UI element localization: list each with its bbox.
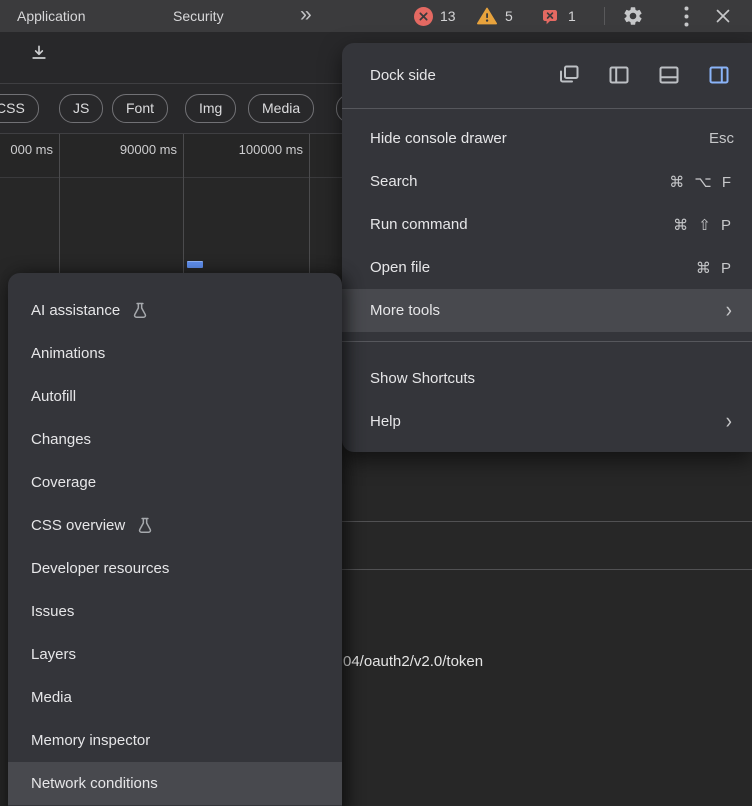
tab-application[interactable]: Application (17, 0, 86, 32)
menu-item-label: Search (370, 173, 669, 190)
submenu-item-label: Layers (31, 646, 76, 663)
submenu-item-issues[interactable]: Issues (8, 590, 342, 633)
download-har-button[interactable] (27, 41, 51, 65)
menu-item-label: Open file (370, 259, 696, 276)
submenu-item-label: Autofill (31, 388, 76, 405)
submenu-item-changes[interactable]: Changes (8, 418, 342, 461)
menu-item-more-tools[interactable]: More tools › (342, 289, 752, 332)
warning-icon[interactable] (477, 7, 497, 25)
submenu-item-label: Issues (31, 603, 74, 620)
menu-item-search[interactable]: Search ⌘ ⌥ F (342, 160, 752, 203)
shortcut-search: ⌘ ⌥ F (669, 173, 734, 191)
timeline-tick: 000 ms (0, 142, 53, 157)
customize-devtools-menu: Dock side (342, 43, 752, 452)
filter-pill-media[interactable]: Media (248, 94, 314, 123)
submenu-item-label: AI assistance (31, 302, 120, 319)
experiment-flask-icon (130, 301, 150, 321)
dock-bottom-button[interactable] (657, 63, 681, 87)
submenu-item-coverage[interactable]: Coverage (8, 461, 342, 504)
waterfall-request-bar[interactable] (187, 261, 203, 268)
submenu-item-developer-resources[interactable]: Developer resources (8, 547, 342, 590)
devtools-tab-bar: Application Security » 13 5 1 (0, 0, 752, 32)
dock-left-button[interactable] (607, 63, 631, 87)
issue-bubble-glyph (542, 9, 558, 26)
filter-pill-css[interactable]: CSS (0, 94, 39, 123)
issues-icon[interactable] (541, 8, 558, 26)
error-count: 13 (440, 0, 456, 32)
request-url-text[interactable]: 04/oauth2/v2.0/token (343, 653, 483, 670)
shortcut-open-file: ⌘ P (696, 259, 734, 277)
submenu-item-label: Coverage (31, 474, 96, 491)
kebab-menu-button[interactable] (676, 5, 696, 27)
submenu-item-label: CSS overview (31, 517, 125, 534)
dock-bottom-icon (657, 63, 681, 87)
chevron-right-icon: › (726, 300, 732, 322)
menu-item-label: Show Shortcuts (370, 370, 734, 387)
timeline-tick: 90000 ms (97, 142, 177, 157)
submenu-item-network-conditions[interactable]: Network conditions (8, 762, 342, 805)
timeline-tick: 100000 ms (213, 142, 303, 157)
chevron-right-icon: › (726, 411, 732, 433)
menu-item-label: More tools (370, 302, 726, 319)
dock-side-row: Dock side (342, 50, 752, 100)
close-icon (715, 8, 731, 24)
menu-item-hide-console-drawer[interactable]: Hide console drawer Esc (342, 117, 752, 160)
submenu-item-css-overview[interactable]: CSS overview (8, 504, 342, 547)
menu-item-label: Help (370, 413, 726, 430)
dock-side-options (557, 63, 731, 87)
gear-icon (622, 5, 644, 27)
menu-item-run-command[interactable]: Run command ⌘ ⇧ P (342, 203, 752, 246)
issues-count: 1 (568, 0, 576, 32)
menu-item-open-file[interactable]: Open file ⌘ P (342, 246, 752, 289)
shortcut-esc: Esc (709, 130, 734, 147)
undock-button[interactable] (557, 63, 581, 87)
submenu-item-label: Animations (31, 345, 105, 362)
dock-left-icon (607, 63, 631, 87)
download-icon (29, 43, 49, 63)
menu-item-label: Run command (370, 216, 673, 233)
shortcut-run-command: ⌘ ⇧ P (673, 216, 734, 234)
panel-row-divider (336, 569, 752, 570)
dock-right-button-active[interactable] (707, 63, 731, 87)
settings-button[interactable] (620, 4, 646, 28)
error-icon[interactable] (414, 7, 433, 26)
submenu-item-label: Changes (31, 431, 91, 448)
menu-item-help[interactable]: Help › (342, 400, 752, 443)
more-tools-submenu: AI assistance Animations Autofill Change… (8, 273, 342, 806)
filter-pill-font[interactable]: Font (112, 94, 168, 123)
warning-count: 5 (505, 0, 513, 32)
filter-pill-js[interactable]: JS (59, 94, 103, 123)
topbar-divider (604, 7, 605, 25)
submenu-item-label: Developer resources (31, 560, 169, 577)
submenu-item-memory-inspector[interactable]: Memory inspector (8, 719, 342, 762)
submenu-item-autofill[interactable]: Autofill (8, 375, 342, 418)
close-devtools-button[interactable] (711, 6, 735, 26)
submenu-item-animations[interactable]: Animations (8, 332, 342, 375)
menu-item-label: Hide console drawer (370, 130, 709, 147)
menu-divider (342, 108, 752, 109)
more-tabs-icon[interactable]: » (300, 0, 310, 31)
panel-row-divider (336, 521, 752, 522)
tab-security[interactable]: Security (173, 0, 224, 32)
warning-triangle-glyph (477, 7, 497, 25)
experiment-flask-icon (135, 516, 155, 536)
dock-right-icon (707, 63, 731, 87)
submenu-item-ai-assistance[interactable]: AI assistance (8, 289, 342, 332)
submenu-item-label: Memory inspector (31, 732, 150, 749)
kebab-icon (684, 6, 689, 27)
devtools-window: CSS JS Font Img Media 000 ms 90000 ms 10… (0, 0, 752, 806)
menu-divider (342, 341, 752, 342)
filter-pill-img[interactable]: Img (185, 94, 236, 123)
undock-icon (557, 63, 581, 87)
submenu-item-layers[interactable]: Layers (8, 633, 342, 676)
dock-side-label: Dock side (370, 67, 557, 84)
menu-item-show-shortcuts[interactable]: Show Shortcuts (342, 357, 752, 400)
submenu-item-media[interactable]: Media (8, 676, 342, 719)
error-x-glyph (419, 12, 428, 21)
submenu-item-label: Media (31, 689, 72, 706)
submenu-item-label: Network conditions (31, 775, 158, 792)
